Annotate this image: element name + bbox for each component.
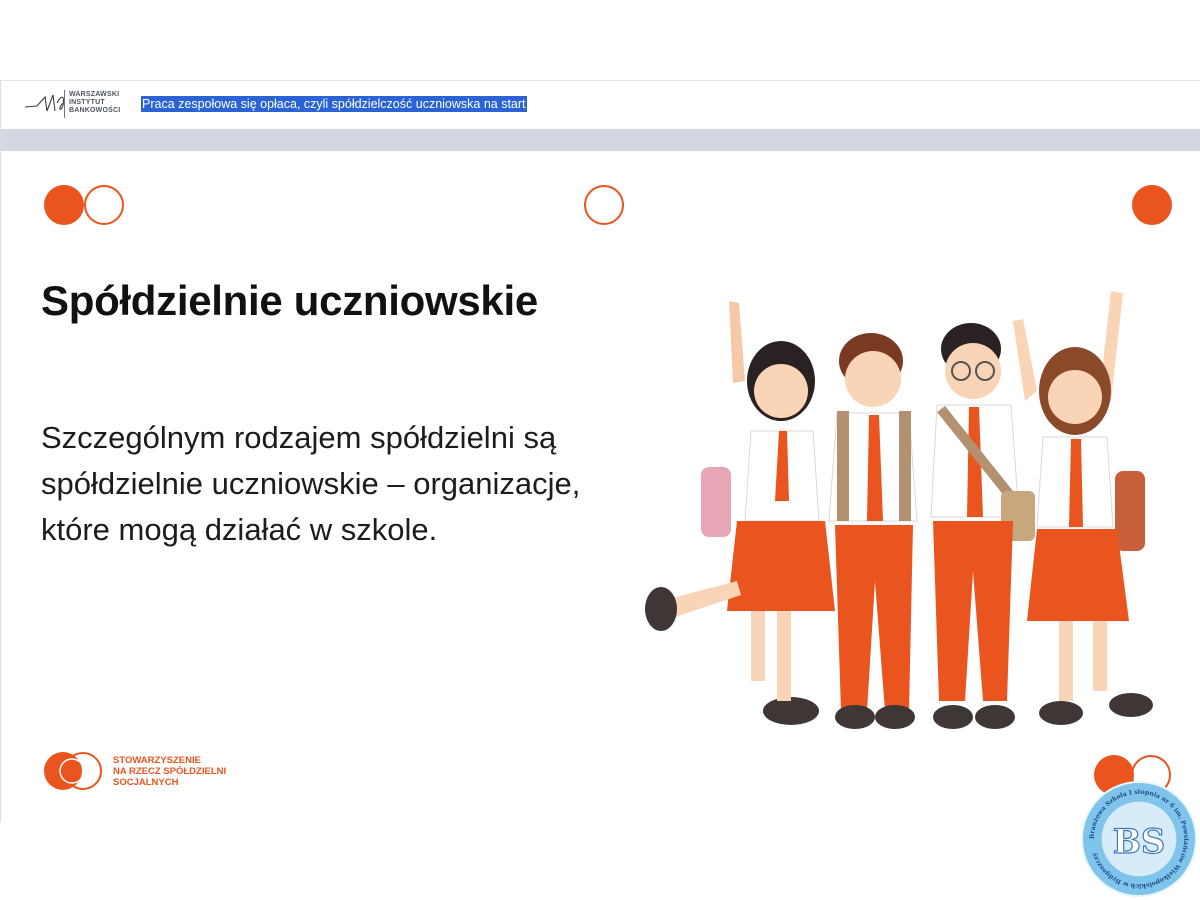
- slide-body-text: Szczególnym rodzajem spółdzielni są spół…: [41, 415, 681, 553]
- student-girl-left: [645, 301, 835, 725]
- slide-heading: Spółdzielnie uczniowskie: [41, 277, 538, 324]
- slide-viewer: WARSZAWSKI INSTYTUT BANKOWOŚCI Praca zes…: [0, 80, 1200, 823]
- assoc-line-1: STOWARZYSZENIE: [113, 755, 201, 766]
- association-logo-icon: [44, 752, 102, 790]
- assoc-line-3: SOCJALNYCH: [113, 777, 179, 788]
- body-line-1: Szczególnym rodzajem spółdzielni są: [41, 420, 557, 455]
- wib-line-1: WARSZAWSKI: [69, 91, 120, 98]
- body-line-2: spółdzielnie uczniowskie – organizacje,: [41, 466, 581, 501]
- students-illustration: [645, 291, 1153, 729]
- body-line-3: które mogą działać w szkole.: [41, 512, 438, 547]
- student-boy-2: [930, 319, 1037, 729]
- student-boy-1: [828, 333, 918, 729]
- presentation-title[interactable]: Praca zespołowa się opłaca, czyli spółdz…: [141, 96, 527, 112]
- badge-monogram: BS: [1113, 822, 1165, 861]
- deco-circle-filled-2: [1132, 185, 1172, 225]
- school-badge-icon: Branżowa Szkoła I stopnia nr 6 im. Powst…: [1080, 780, 1198, 898]
- deco-circle-ring-1: [84, 185, 124, 225]
- association-name: STOWARZYSZENIE NA RZECZ SPÓŁDZIELNI SOCJ…: [113, 755, 233, 788]
- student-girl-right: [1027, 291, 1153, 725]
- deco-circle-ring-2: [584, 185, 624, 225]
- assoc-line-2: NA RZECZ SPÓŁDZIELNI: [113, 766, 227, 777]
- slide-canvas: Spółdzielnie uczniowskie Szczególnym rod…: [1, 151, 1200, 823]
- logo-separator: [64, 90, 65, 118]
- toolbar-strip: [1, 129, 1200, 151]
- wib-logo-text: WARSZAWSKI INSTYTUT BANKOWOŚCI: [69, 91, 120, 116]
- viewer-header: WARSZAWSKI INSTYTUT BANKOWOŚCI Praca zes…: [1, 81, 1200, 129]
- wib-line-3: BANKOWOŚCI: [69, 107, 121, 115]
- deco-circle-filled-1: [44, 185, 84, 225]
